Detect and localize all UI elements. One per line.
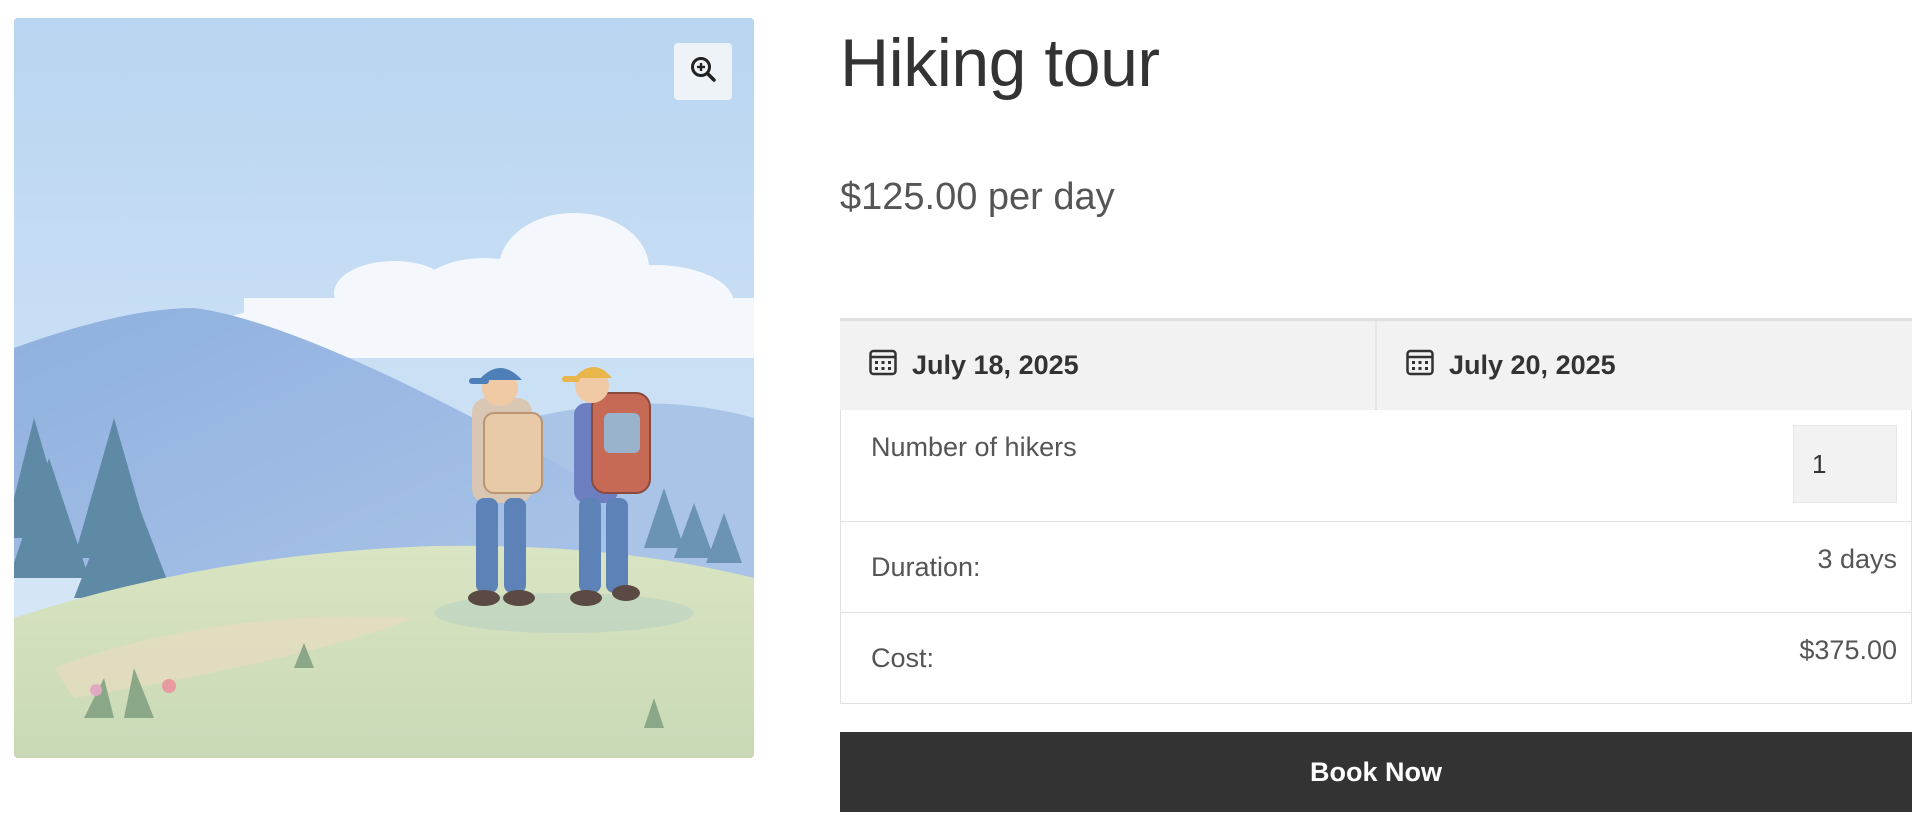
book-now-button[interactable]: Book Now <box>840 732 1912 812</box>
duration-label: Duration: <box>871 552 981 582</box>
hikers-illustration <box>14 18 754 758</box>
booking-form: July 18, 2025 July 20, 2025 Number of hi… <box>840 318 1912 704</box>
calendar-icon <box>1405 347 1435 384</box>
product-image[interactable] <box>14 18 754 758</box>
hikers-quantity-input[interactable] <box>1793 425 1897 503</box>
end-date-text: July 20, 2025 <box>1449 350 1616 380</box>
product-page: Hiking tour $125.00 per day July 18, 202… <box>0 0 1920 832</box>
hikers-row: Number of hikers <box>840 410 1912 522</box>
date-range-picker: July 18, 2025 July 20, 2025 <box>840 318 1912 410</box>
product-title: Hiking tour <box>840 25 1160 101</box>
start-date-picker[interactable]: July 18, 2025 <box>840 321 1375 410</box>
zoom-button[interactable] <box>674 43 732 100</box>
duration-row: Duration: 3 days <box>840 522 1912 613</box>
product-price: $125.00 per day <box>840 176 1115 218</box>
end-date-picker[interactable]: July 20, 2025 <box>1375 321 1912 410</box>
zoom-in-icon <box>689 55 717 88</box>
cost-label: Cost: <box>871 643 935 673</box>
hikers-label: Number of hikers <box>871 432 1077 462</box>
duration-value: 3 days <box>1817 544 1897 574</box>
cost-row: Cost: $375.00 <box>840 613 1912 704</box>
start-date-text: July 18, 2025 <box>912 350 1079 380</box>
calendar-icon <box>868 347 898 384</box>
cost-value: $375.00 <box>1799 635 1897 665</box>
